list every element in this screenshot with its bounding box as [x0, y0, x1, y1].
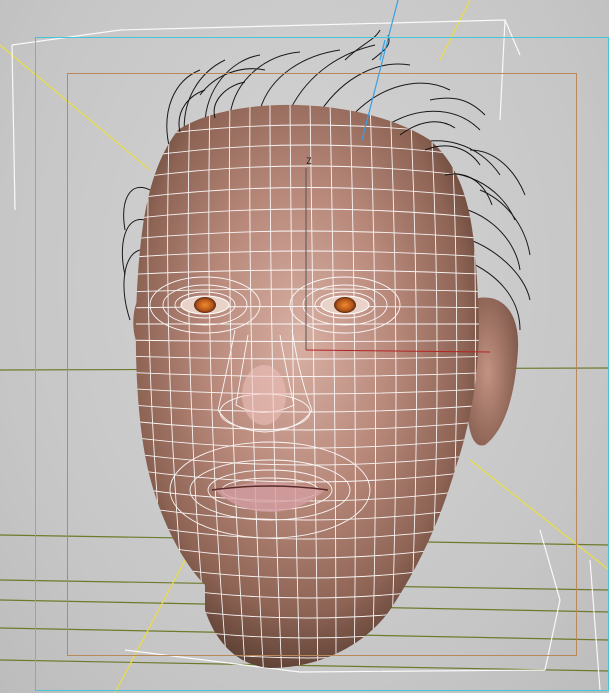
safe-frame-inner — [67, 73, 577, 656]
3d-viewport[interactable]: Z — [0, 0, 609, 693]
z-axis-label: Z — [306, 157, 312, 167]
